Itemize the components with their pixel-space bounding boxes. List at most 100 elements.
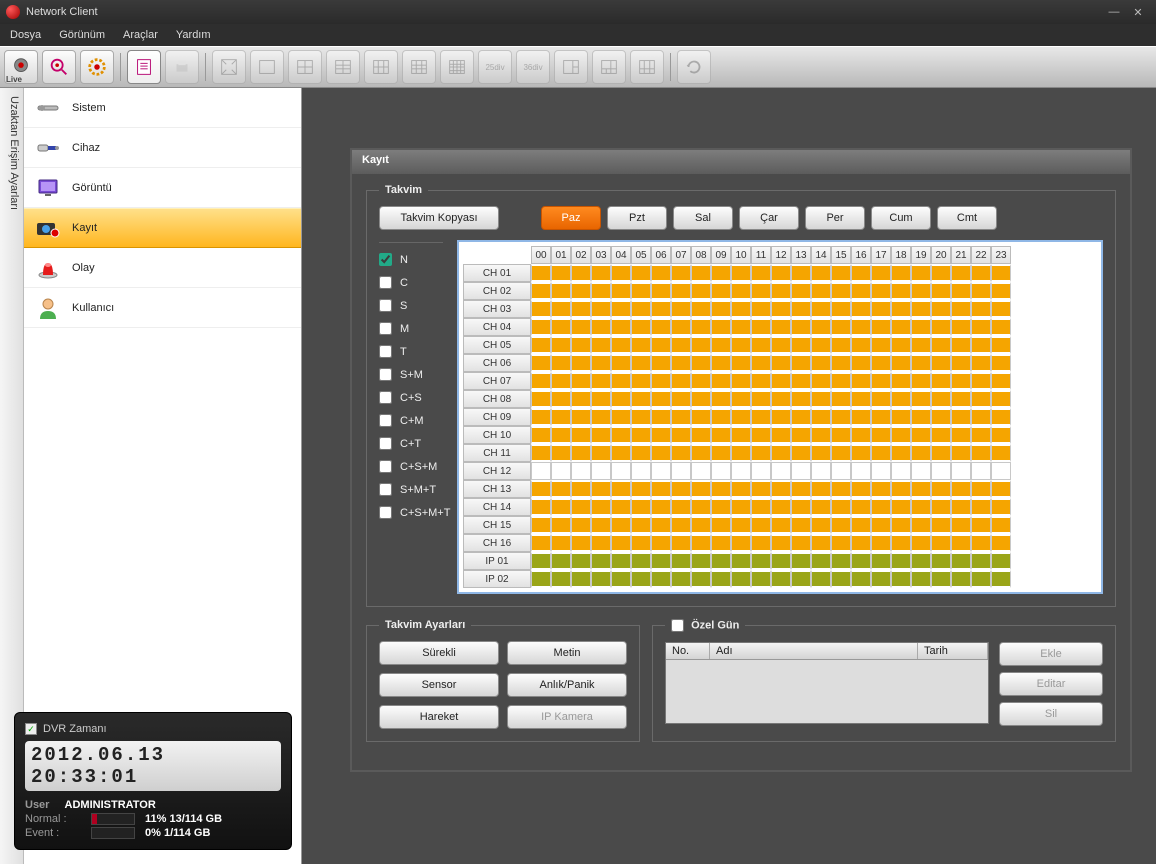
ozel-gun-checkbox[interactable] [671, 619, 684, 632]
schedule-slot[interactable] [591, 534, 611, 552]
schedule-slot[interactable] [631, 300, 651, 318]
schedule-slot[interactable] [791, 282, 811, 300]
schedule-slot[interactable] [811, 462, 831, 480]
schedule-slot[interactable] [871, 444, 891, 462]
schedule-slot[interactable] [871, 318, 891, 336]
toolbar-layout-a-button[interactable] [554, 50, 588, 84]
schedule-slot[interactable] [891, 318, 911, 336]
schedule-slot[interactable] [731, 300, 751, 318]
schedule-slot[interactable] [871, 498, 891, 516]
schedule-slot[interactable] [571, 444, 591, 462]
mode-checkbox[interactable] [379, 460, 392, 473]
schedule-slot[interactable] [971, 498, 991, 516]
schedule-slot[interactable] [951, 570, 971, 588]
schedule-slot[interactable] [951, 336, 971, 354]
schedule-slot[interactable] [571, 264, 591, 282]
schedule-slot[interactable] [951, 480, 971, 498]
schedule-slot[interactable] [611, 552, 631, 570]
schedule-slot[interactable] [831, 390, 851, 408]
schedule-slot[interactable] [591, 354, 611, 372]
schedule-slot[interactable] [531, 264, 551, 282]
mode-s-m[interactable]: S+M [379, 368, 443, 381]
schedule-slot[interactable] [871, 282, 891, 300]
schedule-slot[interactable] [771, 552, 791, 570]
schedule-slot[interactable] [931, 372, 951, 390]
schedule-slot[interactable] [691, 300, 711, 318]
schedule-slot[interactable] [991, 570, 1011, 588]
schedule-slot[interactable] [931, 498, 951, 516]
schedule-slot[interactable] [791, 462, 811, 480]
schedule-slot[interactable] [771, 264, 791, 282]
schedule-slot[interactable] [971, 534, 991, 552]
schedule-slot[interactable] [651, 498, 671, 516]
schedule-slot[interactable] [551, 264, 571, 282]
schedule-slot[interactable] [871, 264, 891, 282]
schedule-slot[interactable] [531, 390, 551, 408]
schedule-slot[interactable] [911, 516, 931, 534]
mode-t[interactable]: T [379, 345, 443, 358]
schedule-slot[interactable] [611, 390, 631, 408]
mode-c-t[interactable]: C+T [379, 437, 443, 450]
schedule-slot[interactable] [691, 372, 711, 390]
schedule-slot[interactable] [991, 408, 1011, 426]
schedule-slot[interactable] [611, 354, 631, 372]
schedule-slot[interactable] [591, 282, 611, 300]
channel-label[interactable]: CH 06 [463, 354, 531, 372]
schedule-slot[interactable] [951, 516, 971, 534]
toolbar-layout-16-button[interactable] [440, 50, 474, 84]
schedule-slot[interactable] [691, 282, 711, 300]
schedule-slot[interactable] [951, 498, 971, 516]
day-button-sal[interactable]: Sal [673, 206, 733, 230]
schedule-slot[interactable] [671, 516, 691, 534]
schedule-slot[interactable] [791, 534, 811, 552]
schedule-slot[interactable] [671, 300, 691, 318]
schedule-slot[interactable] [591, 318, 611, 336]
schedule-slot[interactable] [751, 570, 771, 588]
schedule-slot[interactable] [791, 372, 811, 390]
schedule-slot[interactable] [851, 390, 871, 408]
schedule-slot[interactable] [951, 282, 971, 300]
schedule-slot[interactable] [871, 426, 891, 444]
channel-label[interactable]: CH 11 [463, 444, 531, 462]
schedule-slot[interactable] [991, 462, 1011, 480]
schedule-slot[interactable] [671, 372, 691, 390]
mode-checkbox[interactable] [379, 483, 392, 496]
schedule-slot[interactable] [911, 282, 931, 300]
schedule-slot[interactable] [531, 372, 551, 390]
schedule-slot[interactable] [691, 264, 711, 282]
schedule-slot[interactable] [551, 462, 571, 480]
schedule-slot[interactable] [751, 480, 771, 498]
schedule-slot[interactable] [831, 336, 851, 354]
schedule-slot[interactable] [731, 372, 751, 390]
schedule-slot[interactable] [531, 336, 551, 354]
day-button-paz[interactable]: Paz [541, 206, 601, 230]
schedule-slot[interactable] [931, 426, 951, 444]
schedule-slot[interactable] [671, 426, 691, 444]
day-button-cum[interactable]: Cum [871, 206, 931, 230]
schedule-slot[interactable] [711, 552, 731, 570]
schedule-slot[interactable] [651, 516, 671, 534]
schedule-slot[interactable] [551, 390, 571, 408]
schedule-slot[interactable] [631, 516, 651, 534]
schedule-slot[interactable] [571, 318, 591, 336]
schedule-slot[interactable] [571, 498, 591, 516]
toolbar-fullscreen-button[interactable] [212, 50, 246, 84]
schedule-slot[interactable] [731, 354, 751, 372]
schedule-slot[interactable] [891, 336, 911, 354]
schedule-slot[interactable] [891, 408, 911, 426]
schedule-slot[interactable] [971, 462, 991, 480]
schedule-slot[interactable] [831, 300, 851, 318]
schedule-slot[interactable] [891, 480, 911, 498]
toolbar-layout-c-button[interactable] [630, 50, 664, 84]
schedule-slot[interactable] [631, 318, 651, 336]
schedule-slot[interactable] [671, 318, 691, 336]
schedule-slot[interactable] [891, 390, 911, 408]
schedule-slot[interactable] [971, 372, 991, 390]
schedule-slot[interactable] [991, 300, 1011, 318]
schedule-slot[interactable] [771, 408, 791, 426]
toolbar-settings-button[interactable] [80, 50, 114, 84]
day-button-per[interactable]: Per [805, 206, 865, 230]
schedule-slot[interactable] [631, 408, 651, 426]
schedule-slot[interactable] [531, 480, 551, 498]
dvr-time-checkbox[interactable]: ✓ [25, 723, 37, 735]
